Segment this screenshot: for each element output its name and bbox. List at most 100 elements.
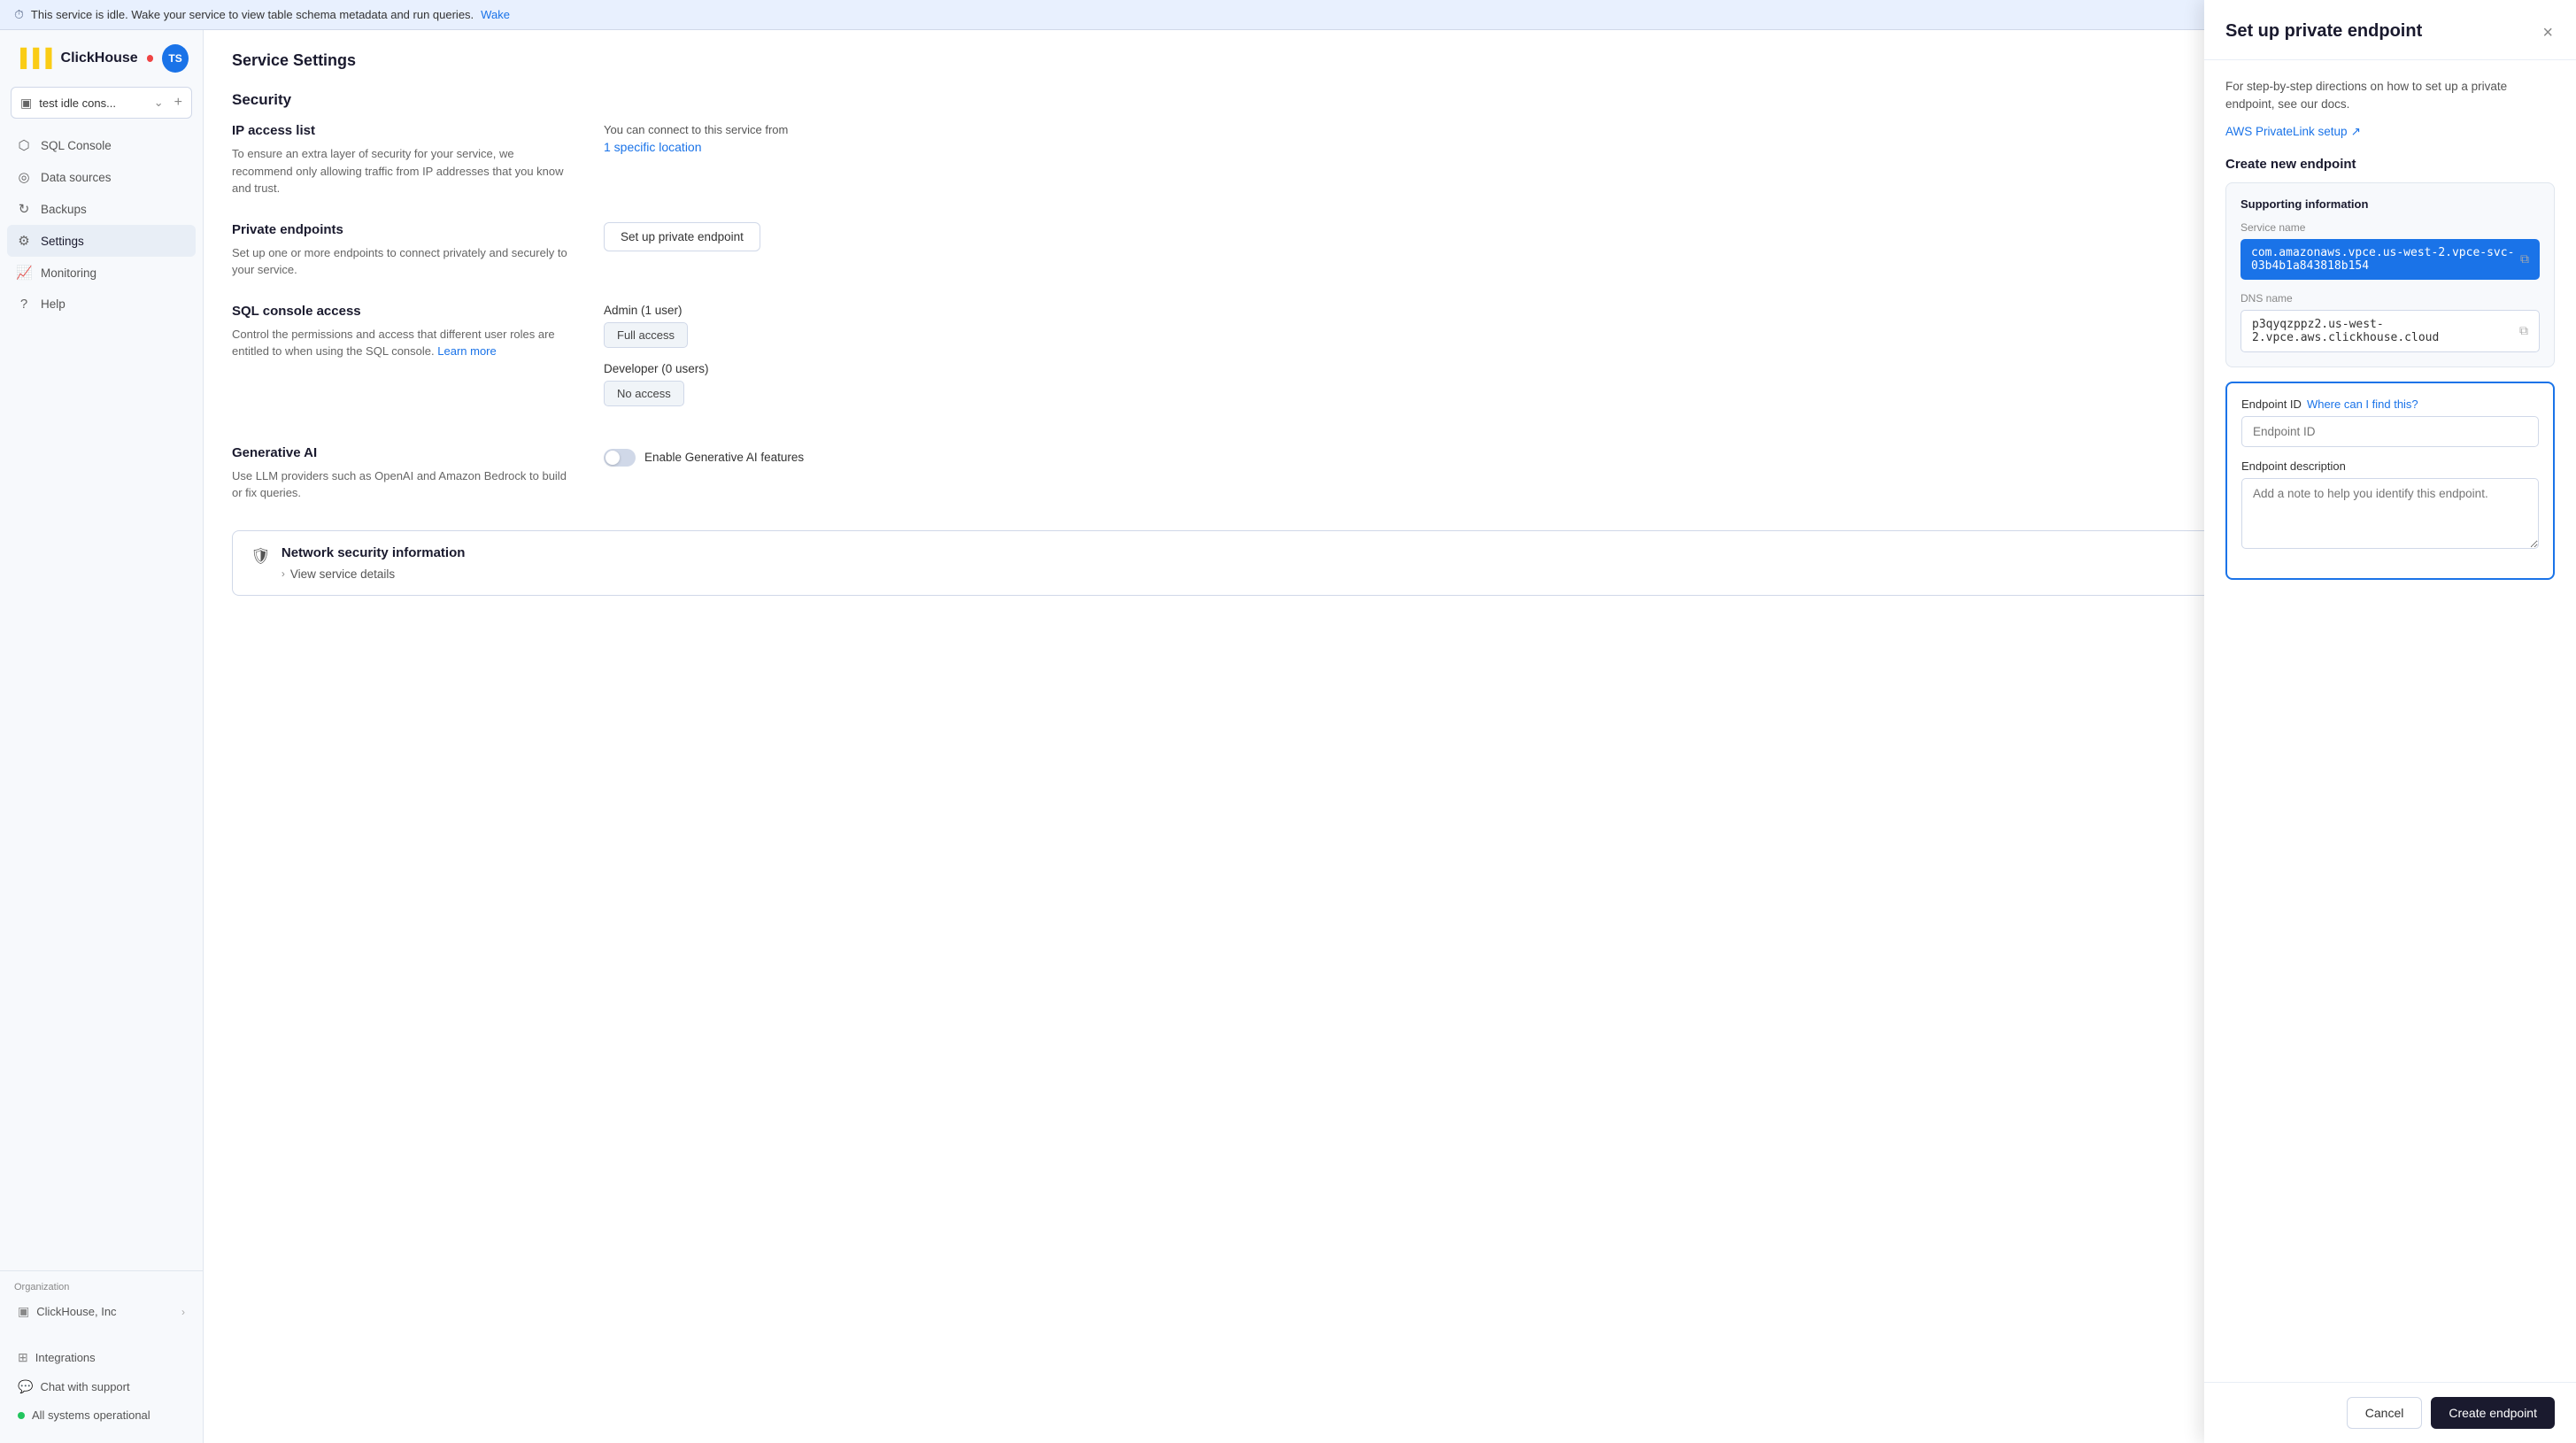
panel-overlay: Set up private endpoint × For step-by-st… xyxy=(2204,30,2576,1443)
network-security-title: Network security information xyxy=(282,545,2529,560)
generative-ai-row: Generative AI Use LLM providers such as … xyxy=(232,445,2548,502)
chevron-icon: › xyxy=(282,567,285,580)
supporting-info-title: Supporting information xyxy=(2241,197,2540,211)
service-name: test idle cons... xyxy=(39,96,116,110)
sidebar-item-label: Help xyxy=(41,297,66,311)
sidebar-item-sql-console[interactable]: ⬡ SQL Console xyxy=(7,129,196,161)
where-find-link[interactable]: Where can I find this? xyxy=(2307,397,2418,411)
sidebar-item-label: Chat with support xyxy=(40,1380,129,1393)
sidebar-item-label: Data sources xyxy=(41,171,112,184)
dns-name-label: DNS name xyxy=(2241,292,2540,305)
chat-icon: 💬 xyxy=(18,1379,33,1394)
org-section: Organization ▣ ClickHouse, Inc › xyxy=(0,1270,203,1336)
view-details-button[interactable]: › View service details xyxy=(282,567,2529,581)
sidebar-item-label: Settings xyxy=(41,235,84,248)
docs-link-text: AWS PrivateLink setup xyxy=(2225,125,2348,138)
service-icon: ▣ xyxy=(20,96,32,111)
private-endpoints-title: Private endpoints xyxy=(232,222,568,237)
create-endpoint-button[interactable]: Create endpoint xyxy=(2431,1397,2555,1429)
sidebar-item-data-sources[interactable]: ◎ Data sources xyxy=(7,161,196,193)
endpoint-description-field: Endpoint description xyxy=(2241,459,2539,552)
dns-name-field: DNS name p3qyqzppz2.us-west-2.vpce.aws.c… xyxy=(2241,292,2540,352)
help-icon: ? xyxy=(16,297,32,312)
panel-description: For step-by-step directions on how to se… xyxy=(2225,78,2555,114)
data-sources-icon: ◎ xyxy=(16,169,32,185)
endpoint-description-textarea[interactable] xyxy=(2241,478,2539,549)
sidebar-item-label: Monitoring xyxy=(41,266,96,280)
app-name: ClickHouse xyxy=(61,50,138,66)
sidebar-item-monitoring[interactable]: 📈 Monitoring xyxy=(7,257,196,289)
backups-icon: ↻ xyxy=(16,201,32,217)
docs-link[interactable]: AWS PrivateLink setup ↗ xyxy=(2225,125,2555,139)
cancel-button[interactable]: Cancel xyxy=(2347,1397,2423,1429)
shield-icon: 🛡 xyxy=(251,547,271,566)
admin-access-badge: Full access xyxy=(604,322,688,348)
banner-icon: ⏱ xyxy=(14,7,24,22)
sidebar-item-chat-support[interactable]: 💬 Chat with support xyxy=(14,1372,189,1401)
setup-private-endpoint-button[interactable]: Set up private endpoint xyxy=(604,222,760,251)
org-label: Organization xyxy=(14,1282,189,1293)
sidebar-item-settings[interactable]: ⚙ Settings xyxy=(7,225,196,257)
supporting-info-card: Supporting information Service name com.… xyxy=(2225,182,2555,367)
section-title: Security xyxy=(232,91,2548,109)
bottom-section: ⊞ Integrations 💬 Chat with support All s… xyxy=(0,1336,203,1443)
sidebar-item-integrations[interactable]: ⊞ Integrations xyxy=(14,1343,189,1372)
sidebar-header: ▐▐▐ ClickHouse TS xyxy=(0,30,203,80)
org-icon: ▣ xyxy=(18,1304,29,1319)
panel-header: Set up private endpoint × xyxy=(2204,30,2576,60)
page-title: Service Settings xyxy=(232,51,2548,70)
integrations-icon: ⊞ xyxy=(18,1350,28,1365)
banner-text: This service is idle. Wake your service … xyxy=(31,8,474,21)
ip-access-title: IP access list xyxy=(232,123,568,138)
external-link-icon: ↗ xyxy=(2351,125,2361,139)
green-dot-icon xyxy=(18,1412,25,1419)
endpoint-form: Endpoint ID Where can I find this? Endpo… xyxy=(2225,382,2555,580)
ip-access-section: IP access list To ensure an extra layer … xyxy=(232,123,2548,502)
add-service-button[interactable]: + xyxy=(174,95,182,111)
sidebar-item-help[interactable]: ? Help xyxy=(7,289,196,320)
org-item[interactable]: ▣ ClickHouse, Inc › xyxy=(14,1298,189,1325)
panel-title: Set up private endpoint xyxy=(2225,30,2422,42)
sidebar-item-label: Backups xyxy=(41,203,87,216)
copy-dns-name-button[interactable]: ⧉ xyxy=(2519,323,2528,338)
status-dot xyxy=(147,55,153,62)
service-name-value: com.amazonaws.vpce.us-west-2.vpce-svc-03… xyxy=(2241,239,2540,280)
learn-more-link[interactable]: Learn more xyxy=(437,344,496,358)
service-name-text: com.amazonaws.vpce.us-west-2.vpce-svc-03… xyxy=(2251,246,2520,273)
sql-console-icon: ⬡ xyxy=(16,137,32,153)
developer-access-badge: No access xyxy=(604,381,684,406)
status-indicator: All systems operational xyxy=(14,1401,189,1429)
avatar: TS xyxy=(162,44,189,73)
logo-icon: ▐▐▐ xyxy=(14,49,52,69)
sidebar: ▐▐▐ ClickHouse TS ▣ test idle cons... ⌄ … xyxy=(0,30,204,1443)
chevron-right-icon: › xyxy=(181,1306,185,1318)
sql-access-description: Control the permissions and access that … xyxy=(232,326,568,360)
service-name-field: Service name com.amazonaws.vpce.us-west-… xyxy=(2241,221,2540,280)
endpoint-id-field: Endpoint ID Where can I find this? xyxy=(2241,397,2539,447)
private-endpoints-label-col: Private endpoints Set up one or more end… xyxy=(232,222,568,279)
create-section-title: Create new endpoint xyxy=(2225,157,2555,172)
toggle-label: Enable Generative AI features xyxy=(644,451,804,464)
network-content: Network security information › View serv… xyxy=(282,545,2529,581)
chevron-down-icon: ⌄ xyxy=(154,96,164,110)
ip-access-description: To ensure an extra layer of security for… xyxy=(232,145,568,197)
service-selector[interactable]: ▣ test idle cons... ⌄ + xyxy=(11,87,192,119)
panel-footer: Cancel Create endpoint xyxy=(2204,1382,2576,1443)
panel-body: For step-by-step directions on how to se… xyxy=(2204,60,2576,1382)
endpoint-id-input[interactable] xyxy=(2241,416,2539,447)
ip-location-link[interactable]: 1 specific location xyxy=(604,140,702,154)
dns-name-text: p3qyqzppz2.us-west-2.vpce.aws.clickhouse… xyxy=(2252,318,2519,344)
endpoint-id-label: Endpoint ID Where can I find this? xyxy=(2241,397,2539,411)
status-text: All systems operational xyxy=(32,1408,150,1422)
monitoring-icon: 📈 xyxy=(16,265,32,281)
sidebar-item-backups[interactable]: ↻ Backups xyxy=(7,193,196,225)
dns-name-value: p3qyqzppz2.us-west-2.vpce.aws.clickhouse… xyxy=(2241,310,2540,352)
gen-ai-toggle[interactable] xyxy=(604,449,636,467)
network-security-section: 🛡 Network security information › View se… xyxy=(232,530,2548,596)
settings-icon: ⚙ xyxy=(16,233,32,249)
private-endpoints-description: Set up one or more endpoints to connect … xyxy=(232,244,568,279)
copy-service-name-button[interactable]: ⧉ xyxy=(2520,251,2529,266)
close-panel-button[interactable]: × xyxy=(2541,30,2555,45)
top-banner: ⏱ This service is idle. Wake your servic… xyxy=(0,0,2576,30)
wake-link[interactable]: Wake xyxy=(481,8,510,21)
